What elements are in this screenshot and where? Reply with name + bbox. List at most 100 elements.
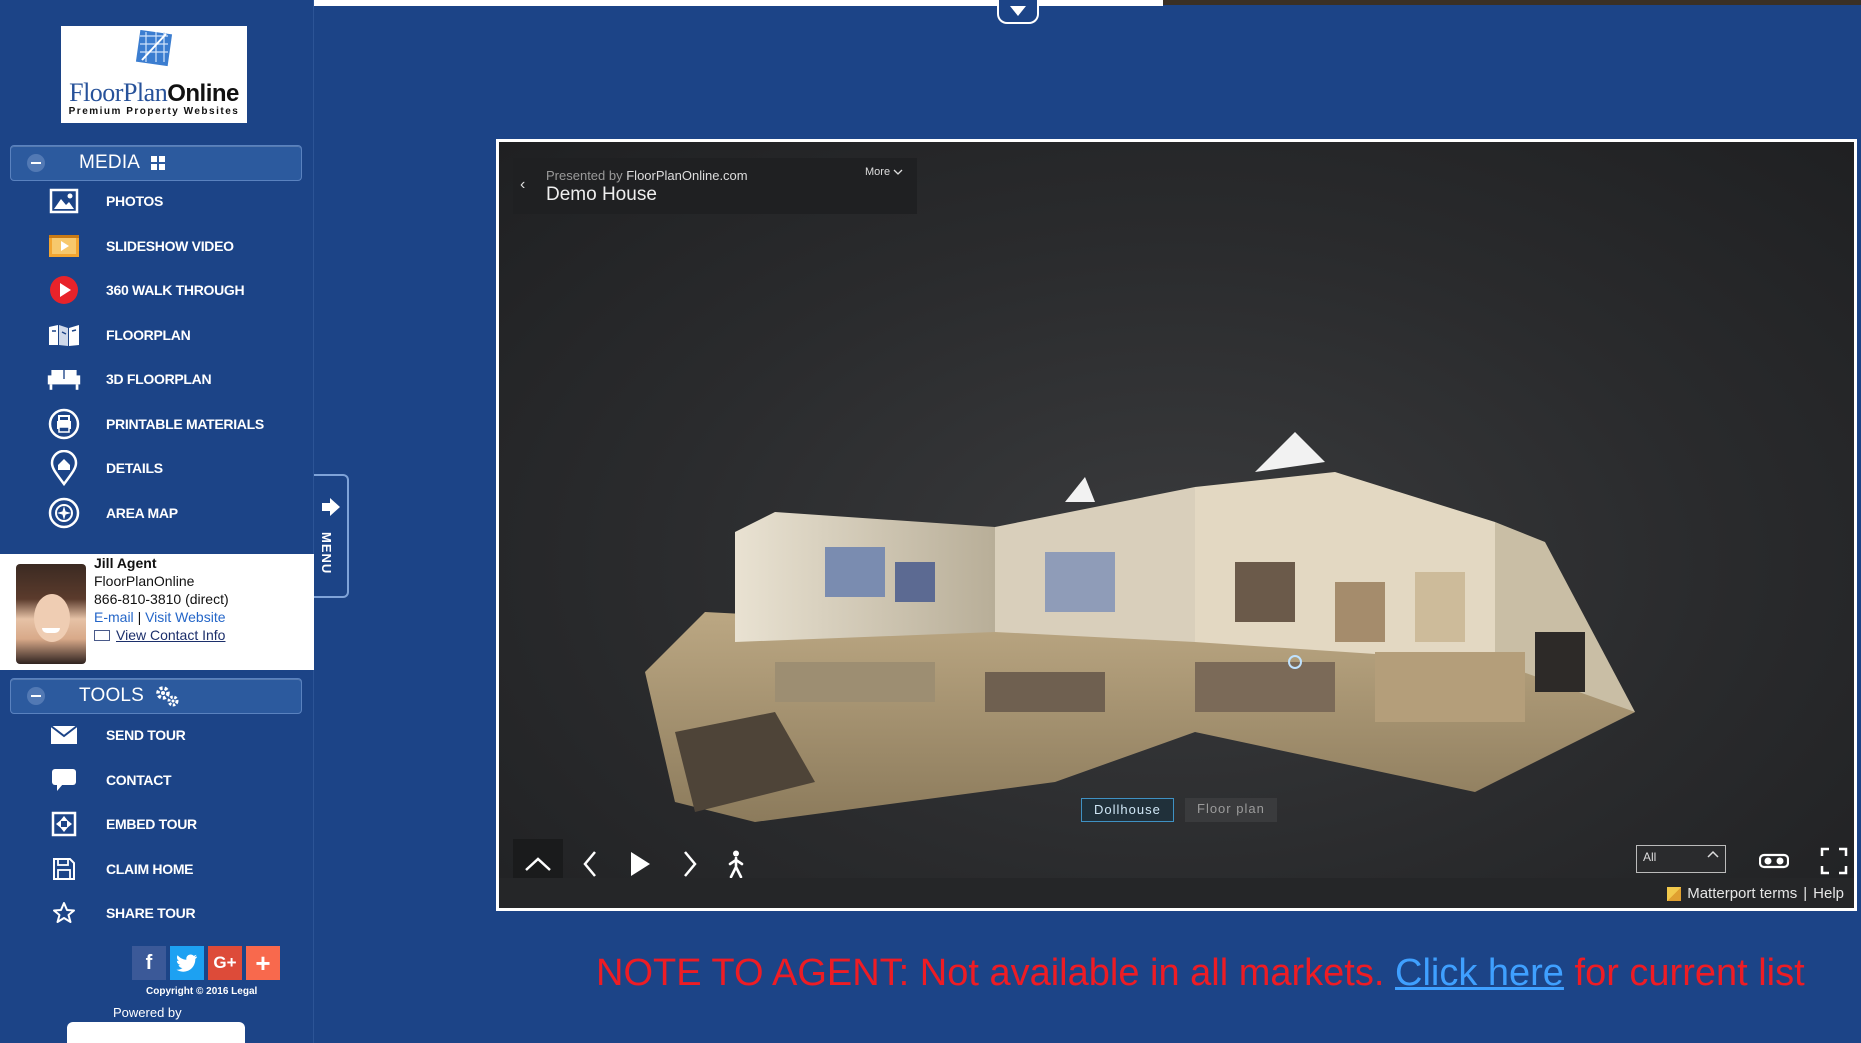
sidebar-item-label: PRINTABLE MATERIALS — [106, 416, 264, 432]
grid-icon — [150, 155, 166, 171]
location-pin-icon — [46, 450, 82, 486]
note-prefix: NOTE TO AGENT: Not available in all mark… — [596, 952, 1385, 994]
sidebar-item-label: PHOTOS — [106, 193, 164, 209]
google-plus-icon[interactable]: G+ — [208, 946, 242, 980]
matterport-logo-icon — [1667, 886, 1682, 901]
social-share-bar: f G+ + — [132, 946, 280, 980]
sidebar-item-slideshow-video[interactable]: SLIDESHOW VIDEO — [46, 228, 234, 264]
powered-by-logo[interactable] — [67, 1022, 245, 1043]
sidebar-item-claim-home[interactable]: CLAIM HOME — [46, 851, 194, 887]
arrow-right-icon — [322, 498, 340, 516]
facebook-icon[interactable]: f — [132, 946, 166, 980]
copyright-text[interactable]: Copyright © 2016 Legal — [146, 986, 257, 997]
presenter-name: FloorPlanOnline.com — [626, 168, 748, 183]
media-section-header[interactable]: MEDIA — [10, 145, 302, 181]
agent-website-link[interactable]: Visit Website — [145, 609, 225, 625]
sidebar-item-area-map[interactable]: AREA MAP — [46, 495, 178, 531]
more-label: More — [865, 166, 891, 178]
chevron-left-icon — [583, 851, 596, 877]
fullscreen-icon — [1820, 847, 1848, 875]
sidebar-item-360-walk-through[interactable]: 360 WALK THROUGH — [46, 272, 245, 308]
logo-mark-icon — [135, 30, 173, 67]
floorplan-mode-button[interactable]: Floor plan — [1185, 798, 1277, 822]
help-link[interactable]: Help — [1813, 885, 1844, 902]
tour-info-panel: ‹ Presented by FloorPlanOnline.com Demo … — [513, 158, 917, 214]
view-contact-info-link[interactable]: View Contact Info — [116, 627, 225, 643]
collapse-icon[interactable] — [27, 687, 45, 705]
photo-icon — [46, 183, 82, 219]
chevron-right-icon — [684, 851, 697, 877]
sidebar-item-label: CLAIM HOME — [106, 861, 194, 877]
logo-brand: FloorPlanOnline — [69, 78, 239, 107]
sidebar-item-label: SLIDESHOW VIDEO — [106, 238, 234, 254]
link-separator: | — [137, 609, 142, 625]
vr-mode-button[interactable] — [1757, 848, 1791, 874]
powered-by-text: Powered by — [113, 1005, 182, 1020]
chevron-up-icon — [525, 857, 551, 871]
chevron-down-icon — [1010, 6, 1026, 16]
chevron-up-icon — [1707, 850, 1719, 858]
note-suffix: for current list — [1574, 952, 1805, 994]
chevron-left-icon[interactable]: ‹ — [520, 176, 525, 194]
sidebar-item-floorplan[interactable]: FLOORPLAN — [46, 317, 191, 353]
menu-tab-label: MENU — [319, 532, 334, 575]
sidebar-item-embed-tour[interactable]: EMBED TOUR — [46, 806, 197, 842]
sidebar-item-label: SHARE TOUR — [106, 905, 196, 921]
floor-select-value: All — [1643, 850, 1657, 864]
agent-photo — [16, 564, 86, 664]
sidebar: FloorPlanOnline Premium Property Website… — [0, 0, 314, 1043]
viewer-terms: Matterport terms | Help — [1667, 885, 1844, 902]
play-icon — [631, 852, 650, 876]
top-image-strip — [1163, 0, 1861, 5]
twitter-icon[interactable] — [170, 946, 204, 980]
vr-goggles-icon — [1759, 853, 1789, 869]
tools-section-title: TOOLS — [79, 685, 145, 706]
matterport-viewer[interactable]: ‹ Presented by FloorPlanOnline.com Demo … — [496, 139, 1857, 911]
sidebar-item-label: CONTACT — [106, 772, 172, 788]
chevron-down-icon — [893, 169, 903, 175]
map-icon — [46, 317, 82, 353]
sidebar-item-label: 360 WALK THROUGH — [106, 282, 245, 298]
sidebar-item-contact[interactable]: CONTACT — [46, 762, 172, 798]
sidebar-item-photos[interactable]: PHOTOS — [46, 183, 163, 219]
sidebar-item-label: DETAILS — [106, 460, 163, 476]
sidebar-item-printable-materials[interactable]: PRINTABLE MATERIALS — [46, 406, 264, 442]
viewer-footer — [499, 878, 1854, 908]
logo[interactable]: FloorPlanOnline Premium Property Website… — [61, 26, 247, 123]
house-title: Demo House — [546, 184, 657, 205]
dollhouse-model[interactable] — [635, 432, 1705, 822]
more-button[interactable]: More — [865, 166, 903, 178]
slideshow-icon — [46, 228, 82, 264]
save-icon — [46, 851, 82, 887]
contact-card-icon — [94, 629, 110, 641]
agent-note: NOTE TO AGENT: Not available in all mark… — [596, 952, 1805, 995]
media-section-title: MEDIA — [79, 152, 141, 173]
fullscreen-button[interactable] — [1817, 844, 1851, 878]
compass-icon — [46, 495, 82, 531]
dollhouse-mode-button[interactable]: Dollhouse — [1081, 798, 1174, 822]
sidebar-item-label: 3D FLOORPLAN — [106, 371, 212, 387]
agent-card: Jill Agent FloorPlanOnline 866-810-3810 … — [0, 554, 314, 670]
presented-prefix: Presented by — [546, 168, 623, 183]
agent-phone: 866-810-3810 (direct) — [94, 591, 229, 607]
menu-toggle-tab[interactable]: MENU — [314, 474, 349, 598]
top-panel-toggle[interactable] — [997, 0, 1039, 24]
collapse-icon[interactable] — [27, 154, 45, 172]
sidebar-item-share-tour[interactable]: SHARE TOUR — [46, 895, 196, 931]
terms-separator: | — [1803, 885, 1808, 902]
floor-select[interactable]: All — [1636, 845, 1726, 873]
sidebar-item-label: FLOORPLAN — [106, 327, 191, 343]
agent-email-link[interactable]: E-mail — [94, 609, 134, 625]
star-icon — [46, 895, 82, 931]
note-link[interactable]: Click here — [1395, 952, 1564, 994]
tools-section-header[interactable]: TOOLS — [10, 678, 302, 714]
sidebar-item-details[interactable]: DETAILS — [46, 450, 163, 486]
sidebar-item-send-tour[interactable]: SEND TOUR — [46, 717, 186, 753]
matterport-terms-link[interactable]: Matterport terms — [1687, 885, 1797, 902]
sofa-icon — [46, 361, 82, 397]
agent-info: Jill Agent FloorPlanOnline 866-810-3810 … — [94, 554, 229, 644]
gears-icon — [154, 684, 180, 708]
envelope-icon — [46, 717, 82, 753]
sidebar-item-3d-floorplan[interactable]: 3D FLOORPLAN — [46, 361, 212, 397]
addthis-icon[interactable]: + — [246, 946, 280, 980]
